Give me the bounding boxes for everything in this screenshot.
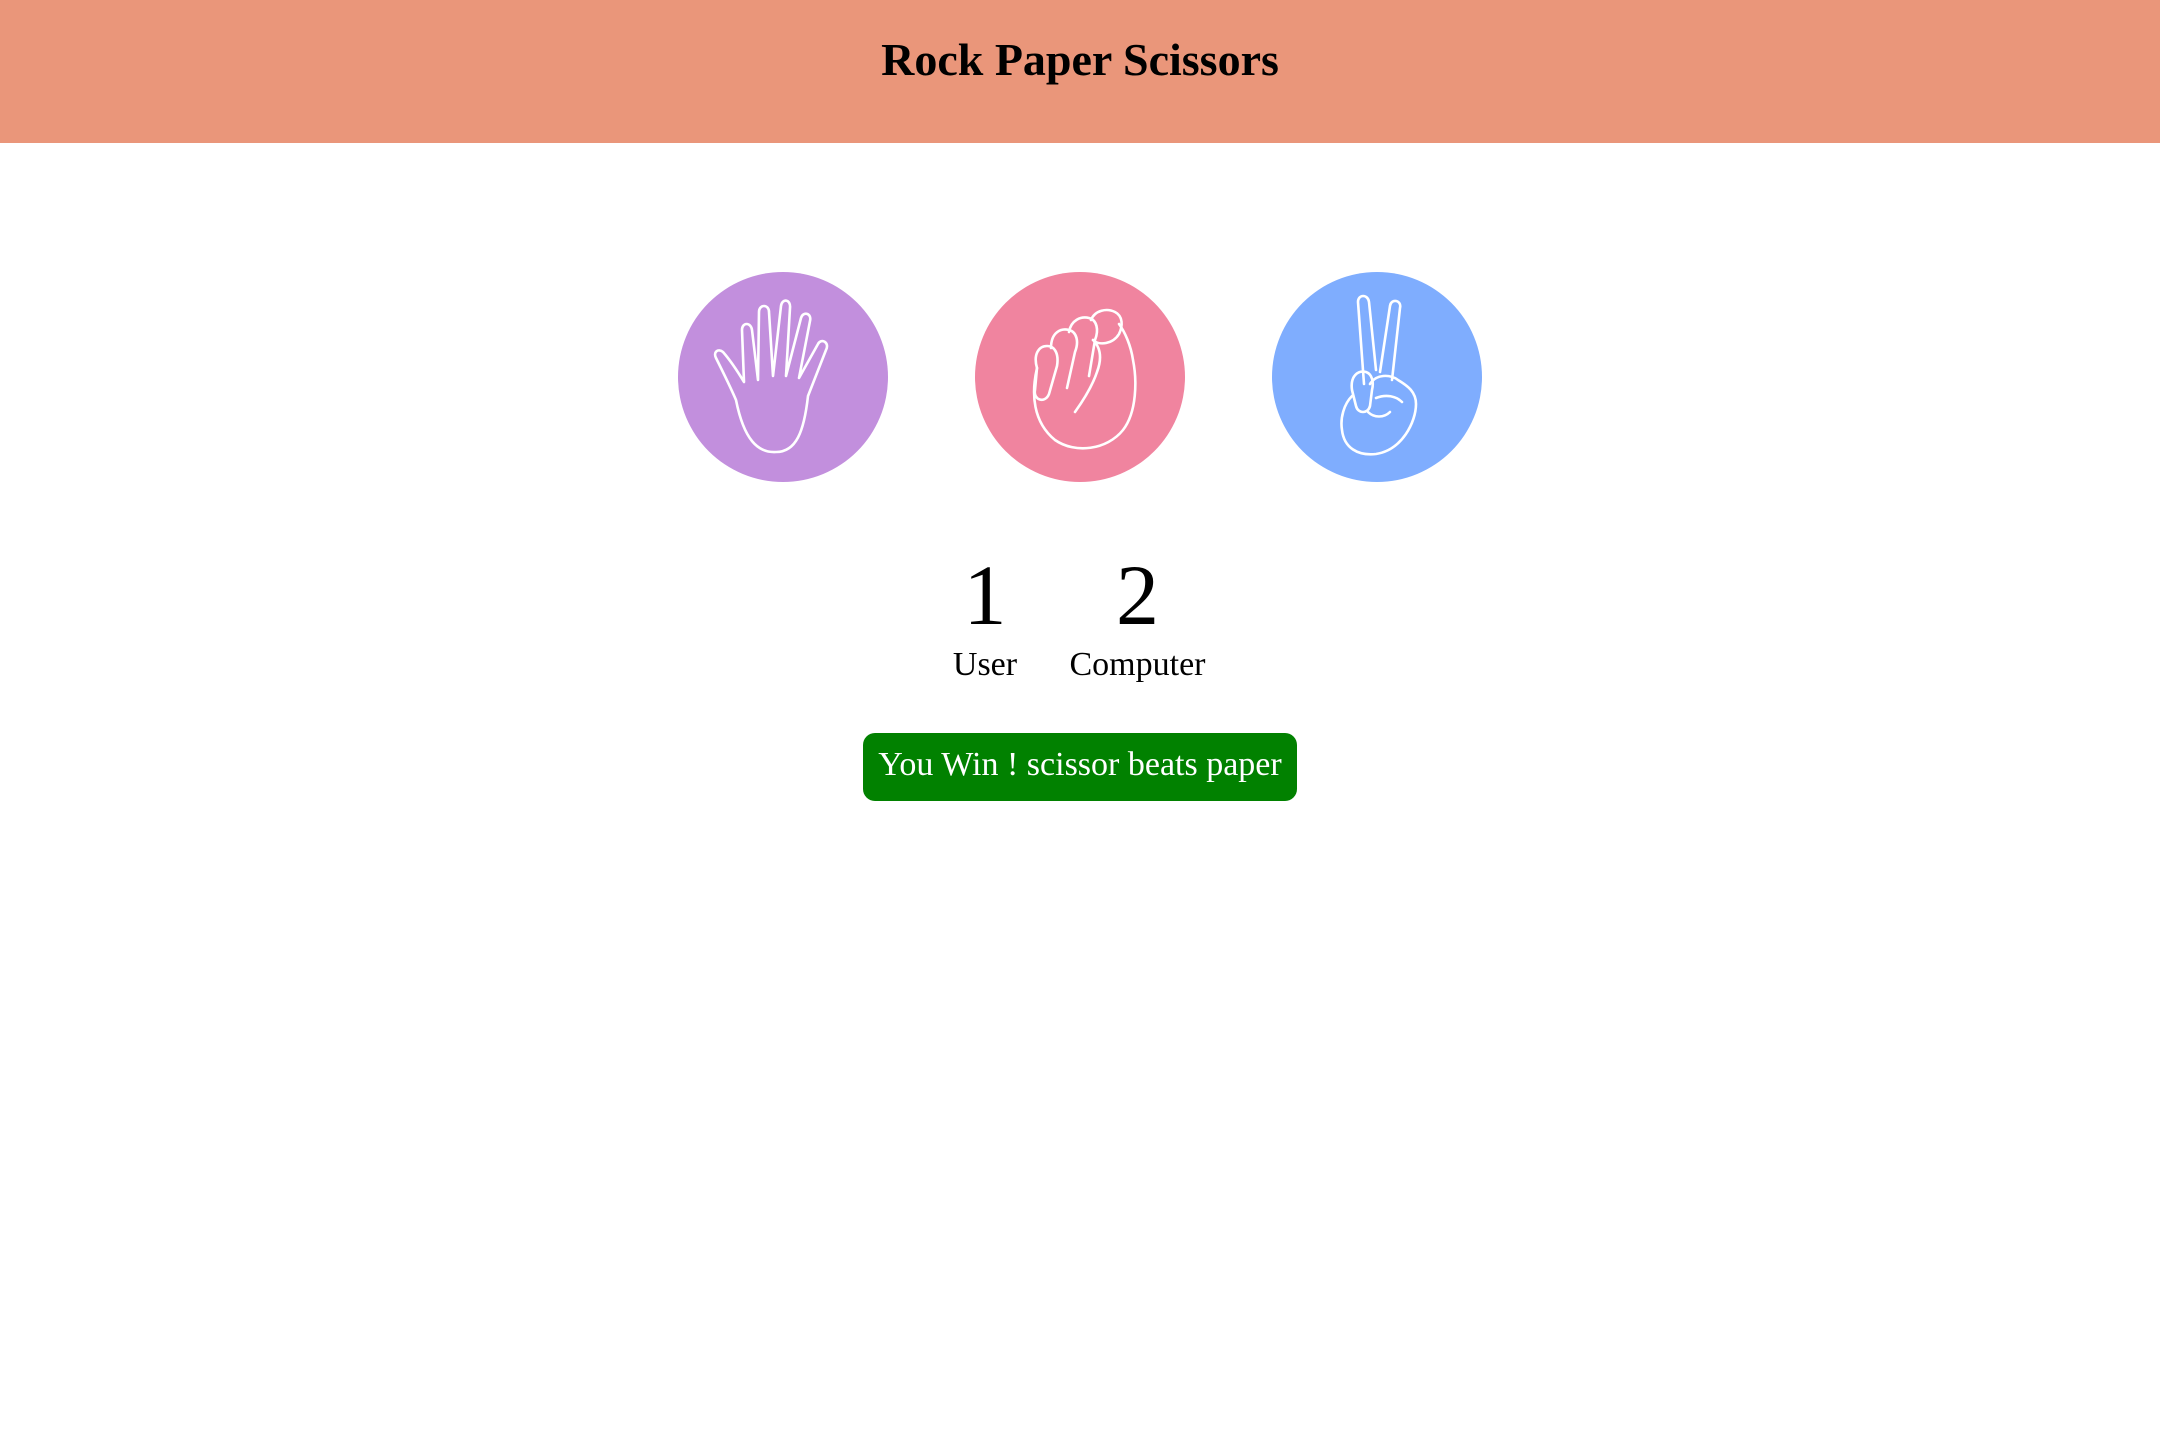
paper-choice-button[interactable] xyxy=(678,272,888,482)
rock-choice-button[interactable] xyxy=(975,272,1185,482)
page-title: Rock Paper Scissors xyxy=(881,34,1279,85)
header-bar: Rock Paper Scissors xyxy=(0,0,2160,143)
user-score-value: 1 xyxy=(963,547,1007,643)
user-score-label: User xyxy=(952,646,1018,683)
computer-score: 2 Computer xyxy=(1055,545,1220,685)
open-hand-icon xyxy=(713,299,829,454)
scissor-choice-button[interactable] xyxy=(1272,272,1482,482)
peace-sign-icon xyxy=(1340,294,1418,456)
user-score: 1 User xyxy=(930,545,1040,685)
result-message: You Win ! scissor beats paper xyxy=(863,733,1297,801)
fist-icon xyxy=(1032,308,1137,450)
result-message-wrap: You Win ! scissor beats paper xyxy=(0,733,2160,801)
computer-score-label: Computer xyxy=(1069,646,1206,683)
computer-score-value: 2 xyxy=(1116,547,1159,643)
choices-row xyxy=(0,272,2160,482)
